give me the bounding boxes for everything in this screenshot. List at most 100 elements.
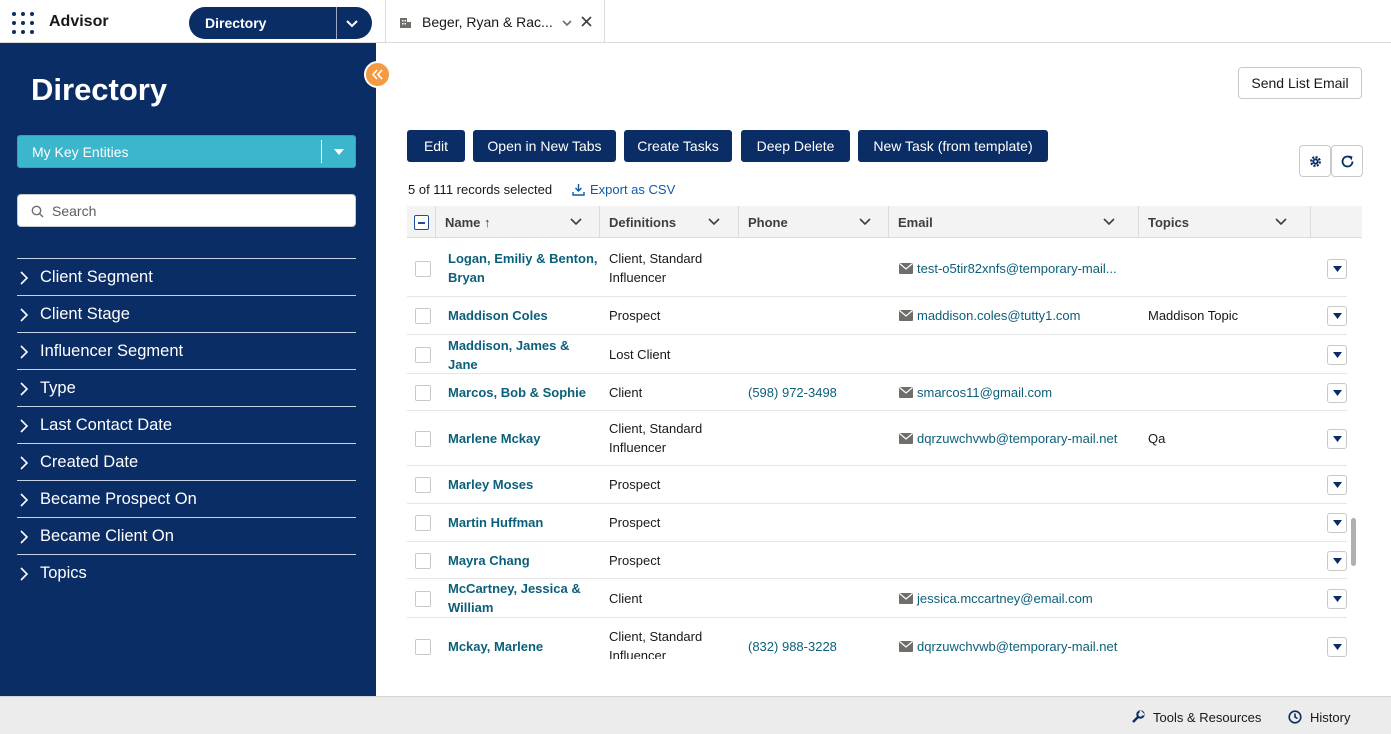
deep-delete-button[interactable]: Deep Delete	[741, 130, 850, 162]
chevron-down-icon[interactable]	[561, 17, 573, 29]
chevron-down-icon[interactable]	[1103, 218, 1115, 226]
contact-name-link[interactable]: Maddison, James & Jane	[448, 336, 598, 374]
export-csv-link[interactable]: Export as CSV	[572, 182, 675, 197]
row-checkbox[interactable]	[415, 477, 431, 493]
table-row: Marlene Mckay Client, Standard Influence…	[407, 411, 1347, 466]
definitions-cell: Prospect	[609, 308, 661, 323]
table-scrollbar[interactable]	[1351, 518, 1356, 566]
filter-client-segment[interactable]: Client Segment	[17, 258, 356, 295]
history-button[interactable]: History	[1288, 710, 1350, 725]
select-all-checkbox[interactable]	[414, 215, 429, 230]
edit-button[interactable]: Edit	[407, 130, 465, 162]
column-header-email[interactable]: Email	[889, 206, 1139, 238]
collapse-sidebar-button[interactable]	[364, 61, 391, 88]
row-actions-menu[interactable]	[1327, 551, 1347, 571]
column-header-name[interactable]: Name ↑	[436, 206, 600, 238]
row-actions-menu[interactable]	[1327, 345, 1347, 365]
phone-link[interactable]: (598) 972-3498	[748, 385, 837, 400]
chevron-down-icon[interactable]	[345, 16, 359, 30]
column-header-phone[interactable]: Phone	[739, 206, 889, 238]
row-actions-menu[interactable]	[1327, 513, 1347, 533]
filter-became-prospect-on[interactable]: Became Prospect On	[17, 480, 356, 517]
contact-name-link[interactable]: Marley Moses	[448, 475, 598, 494]
filter-label: Type	[40, 379, 76, 397]
row-checkbox[interactable]	[415, 347, 431, 363]
contact-name-link[interactable]: Maddison Coles	[448, 306, 598, 325]
create-tasks-button[interactable]: Create Tasks	[624, 130, 732, 162]
row-checkbox[interactable]	[415, 591, 431, 607]
filter-topics[interactable]: Topics	[17, 554, 356, 591]
column-header-definitions[interactable]: Definitions	[600, 206, 739, 238]
row-checkbox[interactable]	[415, 515, 431, 531]
column-label: Definitions	[609, 215, 677, 230]
list-view-select[interactable]: My Key Entities	[17, 135, 356, 168]
close-icon[interactable]	[581, 16, 592, 27]
settings-button[interactable]	[1299, 145, 1331, 177]
nav-menu-select[interactable]: Directory	[189, 7, 372, 39]
double-chevron-left-icon	[371, 69, 383, 80]
refresh-icon	[1341, 155, 1354, 168]
column-header-topics[interactable]: Topics	[1139, 206, 1311, 238]
selection-info: 5 of 111 records selected	[408, 182, 553, 197]
filter-influencer-segment[interactable]: Influencer Segment	[17, 332, 356, 369]
chevron-down-icon[interactable]	[1275, 218, 1287, 226]
building-icon	[400, 18, 411, 28]
row-checkbox[interactable]	[415, 308, 431, 324]
row-actions-menu[interactable]	[1327, 637, 1347, 657]
chevron-down-icon[interactable]	[859, 218, 871, 226]
row-actions-menu[interactable]	[1327, 475, 1347, 495]
row-actions-menu[interactable]	[1327, 589, 1347, 609]
contact-name-link[interactable]: Mayra Chang	[448, 551, 598, 570]
row-actions-menu[interactable]	[1327, 259, 1347, 279]
app-launcher-icon[interactable]	[12, 12, 34, 34]
contact-name-link[interactable]: Logan, Emiliy & Benton, Bryan	[448, 249, 598, 287]
filter-label: Became Client On	[40, 527, 174, 545]
caret-down-icon	[1333, 520, 1342, 526]
filter-client-stage[interactable]: Client Stage	[17, 295, 356, 332]
tab-record[interactable]: Beger, Ryan & Rac...	[385, 0, 605, 43]
row-actions-menu[interactable]	[1327, 383, 1347, 403]
email-link[interactable]: dqrzuwchvwb@temporary-mail.net	[899, 431, 1117, 446]
email-link[interactable]: test-o5tir82xnfs@temporary-mail...	[899, 261, 1117, 276]
contact-name-link[interactable]: Martin Huffman	[448, 513, 598, 532]
search-input[interactable]	[52, 201, 342, 221]
global-header: Advisor Directory Beger, Ryan & Rac...	[0, 0, 1391, 43]
contact-name-link[interactable]: Mckay, Marlene	[448, 637, 598, 656]
caret-down-icon[interactable]	[333, 148, 345, 156]
contact-name-link[interactable]: McCartney, Jessica & William	[448, 579, 598, 617]
open-in-new-tabs-button[interactable]: Open in New Tabs	[473, 130, 616, 162]
tools-resources-button[interactable]: Tools & Resources	[1131, 710, 1261, 725]
email-link[interactable]: smarcos11@gmail.com	[899, 385, 1052, 400]
filter-became-client-on[interactable]: Became Client On	[17, 517, 356, 554]
table-header: Name ↑ Definitions Phone Email Topics	[407, 206, 1362, 238]
row-checkbox[interactable]	[415, 431, 431, 447]
table-body: Logan, Emiliy & Benton, Bryan Client, St…	[407, 241, 1347, 659]
filter-list: Client Segment Client Stage Influencer S…	[17, 258, 356, 591]
filter-type[interactable]: Type	[17, 369, 356, 406]
filter-created-date[interactable]: Created Date	[17, 443, 356, 480]
send-list-email-button[interactable]: Send List Email	[1238, 67, 1362, 99]
email-link[interactable]: maddison.coles@tutty1.com	[899, 308, 1081, 323]
contact-name-link[interactable]: Marlene Mckay	[448, 429, 598, 448]
definitions-cell: Lost Client	[609, 347, 671, 362]
chevron-down-icon[interactable]	[570, 218, 582, 226]
envelope-icon	[899, 387, 913, 398]
new-task-template-button[interactable]: New Task (from template)	[858, 130, 1048, 162]
row-checkbox[interactable]	[415, 261, 431, 277]
row-checkbox[interactable]	[415, 385, 431, 401]
table-row: Marcos, Bob & Sophie Client (598) 972-34…	[407, 374, 1347, 411]
filter-last-contact-date[interactable]: Last Contact Date	[17, 406, 356, 443]
row-actions-menu[interactable]	[1327, 306, 1347, 326]
email-link[interactable]: dqrzuwchvwb@temporary-mail.net	[899, 639, 1117, 654]
sidebar-search	[17, 194, 356, 227]
refresh-button[interactable]	[1331, 145, 1363, 177]
phone-link[interactable]: (832) 988-3228	[748, 639, 837, 654]
column-label: Topics	[1148, 215, 1189, 230]
contact-name-link[interactable]: Marcos, Bob & Sophie	[448, 383, 598, 402]
chevron-down-icon[interactable]	[708, 218, 720, 226]
email-link[interactable]: jessica.mccartney@email.com	[899, 591, 1093, 606]
row-checkbox[interactable]	[415, 639, 431, 655]
row-checkbox[interactable]	[415, 553, 431, 569]
row-actions-menu[interactable]	[1327, 429, 1347, 449]
main-content: Send List Email Edit Open in New Tabs Cr…	[376, 43, 1391, 696]
